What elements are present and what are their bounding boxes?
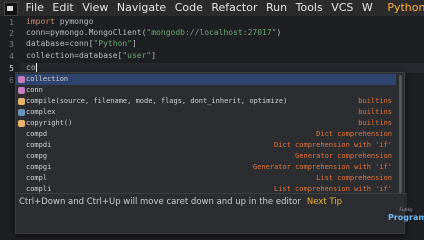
completion-item-description: List comprehension with 'if'	[273, 185, 392, 193]
completion-item-description: Dict comprehension	[316, 130, 392, 138]
line-number: 1	[9, 18, 14, 27]
menu-view[interactable]: View	[82, 0, 108, 16]
completion-item[interactable]: complex builtins	[16, 107, 396, 118]
menu-window[interactable]: W	[362, 0, 373, 16]
completion-item-label: compile(source, filename, mode, flags, d…	[26, 97, 288, 105]
completion-popup: collection conn compile(source, filename…	[15, 72, 407, 234]
app-icon	[4, 2, 18, 16]
completion-item-description: Generator comprehension with 'if'	[252, 163, 392, 171]
code-text: ]	[131, 39, 137, 48]
completion-scrollbar[interactable]	[399, 75, 402, 193]
line-number: 2	[9, 29, 14, 38]
code-text: collection=database[	[26, 51, 123, 60]
code-text: pymongo	[54, 17, 94, 26]
menu-navigate[interactable]: Navigate	[117, 0, 166, 16]
menu-bar: File Edit View Navigate Code Refactor Ru…	[0, 0, 424, 16]
project-title: PythonBootcamp	[387, 1, 424, 14]
completion-item[interactable]: compli List comprehension with 'if'	[16, 184, 396, 193]
completion-item-label: conn	[26, 86, 43, 94]
completion-item-description: Generator comprehension	[295, 152, 392, 160]
completion-item-label: compli	[26, 185, 52, 193]
completion-item[interactable]: conn	[16, 85, 396, 96]
menu-refactor[interactable]: Refactor	[211, 0, 257, 16]
function-icon	[18, 120, 25, 127]
completion-item-source: builtins	[358, 119, 392, 127]
code-text: co	[26, 63, 36, 72]
string-literal: "user"	[122, 51, 152, 60]
completion-item-description: List comprehension	[316, 174, 392, 182]
code-text: database=conn[	[26, 39, 94, 48]
code-text: )	[276, 28, 282, 37]
hint-text: Ctrl+Down and Ctrl+Up will move caret do…	[19, 197, 301, 207]
string-literal: "Python"	[93, 39, 132, 48]
line-number: 4	[9, 52, 14, 61]
variable-icon	[18, 76, 25, 83]
completion-item[interactable]: compl List comprehension	[16, 173, 396, 184]
class-icon	[18, 109, 25, 116]
completion-item-label: compg	[26, 152, 48, 160]
completion-item[interactable]: compg Generator comprehension	[16, 151, 396, 162]
completion-item[interactable]: collection	[16, 74, 396, 85]
menu-vcs[interactable]: VCS	[331, 0, 353, 16]
completion-item[interactable]: copyright() builtins	[16, 118, 396, 129]
completion-item-source: builtins	[358, 108, 392, 116]
completion-item-label: compgi	[26, 163, 52, 171]
completion-item-label: copyright()	[26, 119, 73, 127]
function-icon	[18, 98, 25, 105]
menu-tools[interactable]: Tools	[296, 0, 323, 16]
code-line-2: conn=pymongo.MongoClient("mongodb://loca…	[26, 28, 281, 37]
completion-item[interactable]: compd Dict comprehension	[16, 129, 396, 140]
code-editor[interactable]: 1 2 3 4 5 6 import pymongo conn=pymongo.…	[0, 16, 424, 240]
menu-run[interactable]: Run	[266, 0, 287, 16]
keyword: import	[26, 17, 55, 26]
completion-item[interactable]: compile(source, filename, mode, flags, d…	[16, 96, 396, 107]
completion-item-source: builtins	[358, 97, 392, 105]
brand-name: Programmer	[388, 213, 424, 222]
string-literal: "mongodb://localhost:27017"	[146, 28, 277, 37]
next-tip-link[interactable]: Next Tip	[307, 197, 342, 207]
completion-item-label: complex	[26, 108, 56, 116]
code-line-4: collection=database["user"]	[26, 51, 156, 60]
line-number: 5	[9, 64, 14, 73]
menu-code[interactable]: Code	[175, 0, 203, 16]
completion-item-label: compdi	[26, 141, 52, 149]
text-caret	[35, 63, 37, 72]
completion-item[interactable]: compdi Dict comprehension with 'if'	[16, 140, 396, 151]
completion-item-description: Dict comprehension with 'if'	[273, 141, 392, 149]
brand-watermark: Funky Programmer	[388, 208, 424, 240]
completion-item-label: compd	[26, 130, 48, 138]
completion-item-label: collection	[26, 75, 69, 83]
line-number: 3	[9, 40, 14, 49]
code-line-3: database=conn["Python"]	[26, 39, 137, 48]
variable-icon	[18, 87, 25, 94]
code-text: conn=pymongo.MongoClient(	[26, 28, 147, 37]
code-line-1: import pymongo	[26, 17, 93, 26]
code-line-5[interactable]: co	[26, 63, 37, 72]
completion-item[interactable]: compgi Generator comprehension with 'if'	[16, 162, 396, 173]
line-number: 6	[9, 76, 14, 85]
menu-edit[interactable]: Edit	[52, 0, 73, 16]
code-text: ]	[151, 51, 157, 60]
completion-hint-bar: Ctrl+Down and Ctrl+Up will move caret do…	[16, 193, 407, 210]
completion-item-label: compl	[26, 174, 48, 182]
menu-file[interactable]: File	[26, 0, 44, 16]
